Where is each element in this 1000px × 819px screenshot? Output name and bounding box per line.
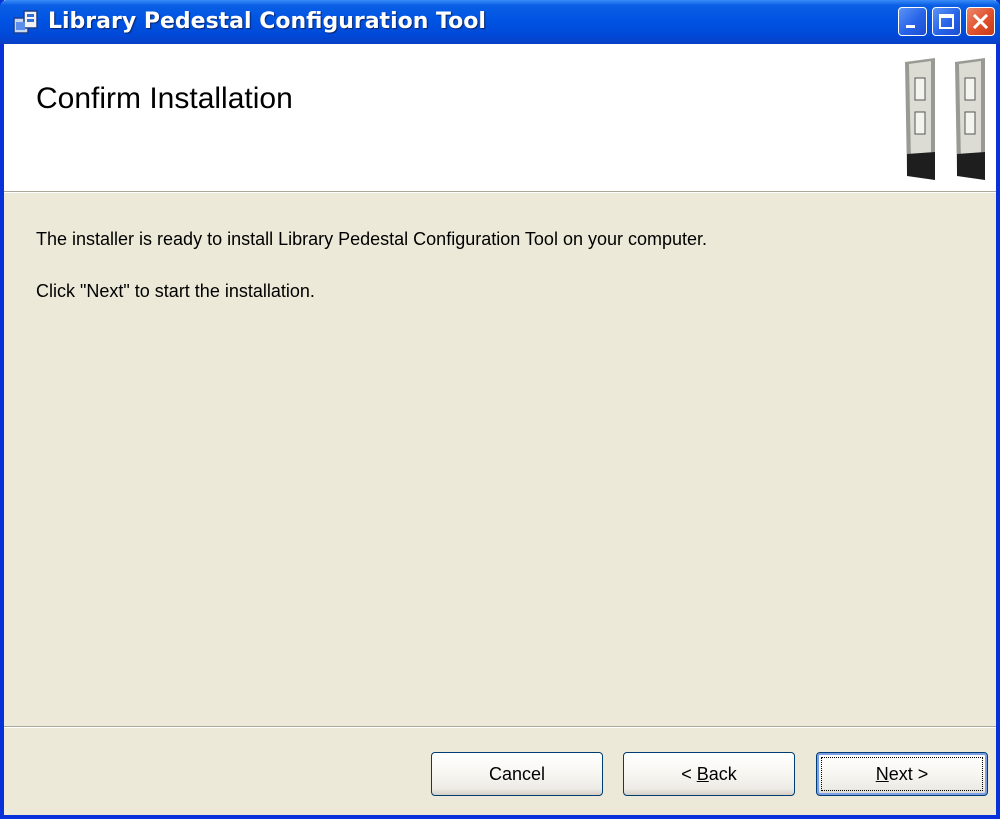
back-button-label: < Back xyxy=(681,763,737,784)
ready-message: The installer is ready to install Librar… xyxy=(36,229,708,249)
close-icon xyxy=(972,13,989,30)
header-banner: Confirm Installation xyxy=(4,44,996,192)
security-pedestals-graphic xyxy=(905,58,985,180)
minimize-button[interactable] xyxy=(898,7,927,36)
maximize-icon xyxy=(939,14,954,29)
installer-app-icon xyxy=(13,10,38,34)
installer-window: Library Pedestal Configuration Tool Conf… xyxy=(0,0,1000,819)
minimize-icon xyxy=(906,25,915,28)
window-title: Library Pedestal Configuration Tool xyxy=(48,9,486,34)
cancel-button[interactable]: Cancel xyxy=(431,752,603,796)
banner-divider xyxy=(4,192,996,193)
close-button[interactable] xyxy=(966,7,995,36)
footer-divider xyxy=(4,726,996,728)
maximize-button[interactable] xyxy=(932,7,961,36)
next-button-label: Next > xyxy=(875,763,929,784)
cancel-button-label: Cancel xyxy=(488,763,546,784)
page-title: Confirm Installation xyxy=(36,82,293,115)
next-button[interactable]: Next > xyxy=(816,752,988,796)
back-button[interactable]: < Back xyxy=(623,752,795,796)
instruction-message: Click "Next" to start the installation. xyxy=(36,281,315,301)
title-bar[interactable]: Library Pedestal Configuration Tool xyxy=(0,0,1000,44)
